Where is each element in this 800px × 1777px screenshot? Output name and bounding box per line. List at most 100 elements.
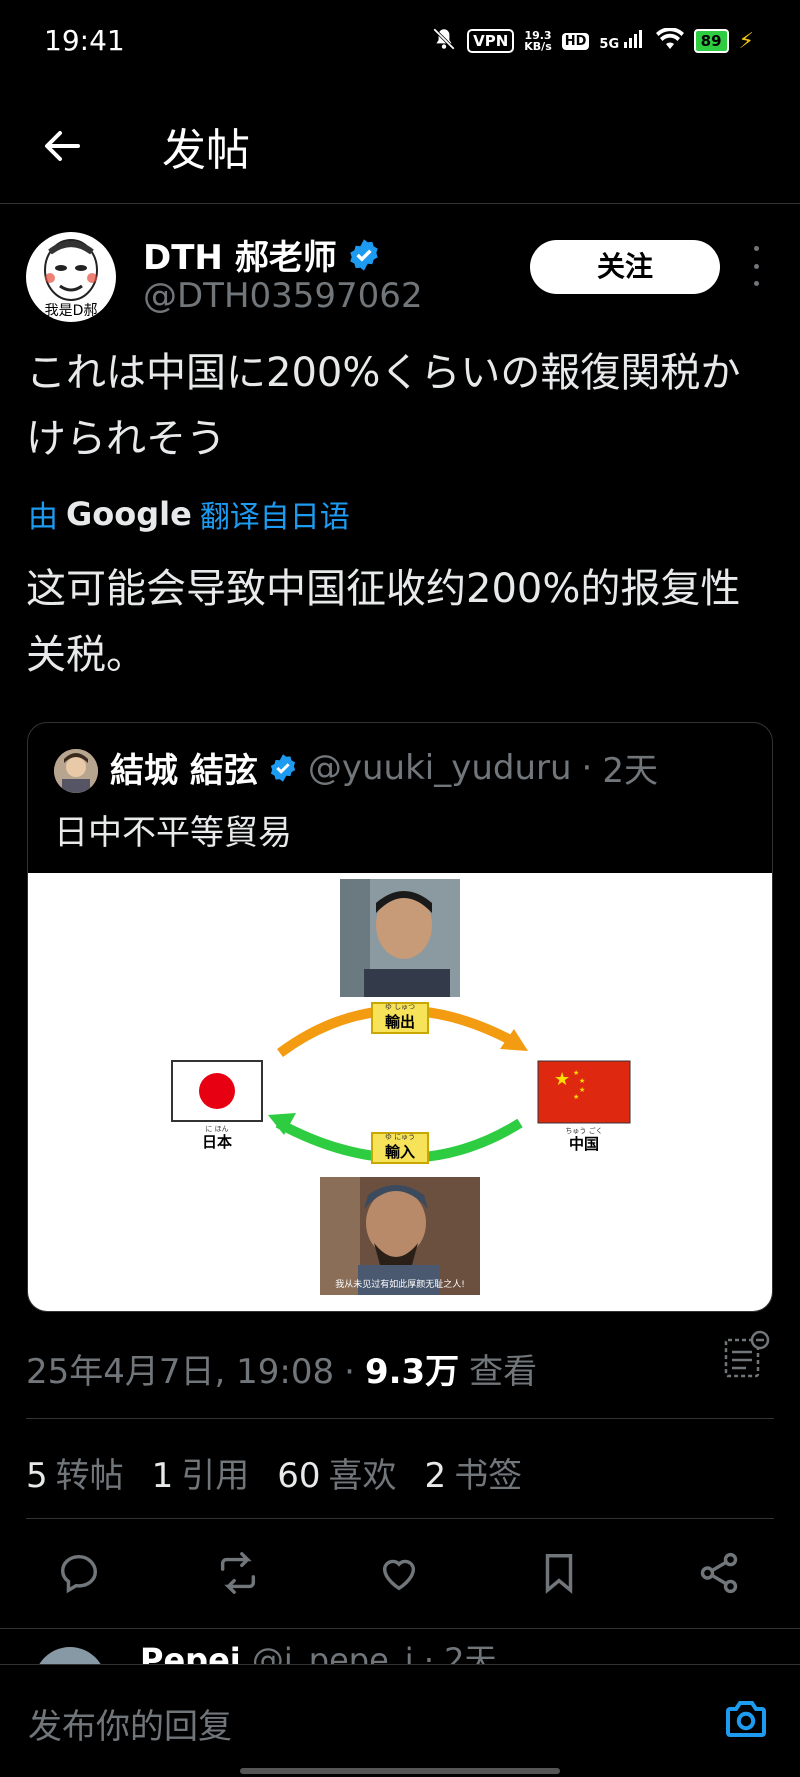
post-analytics-button[interactable] xyxy=(720,1330,770,1380)
post-meta: 25年4月7日, 19:08 · 9.3万 查看 xyxy=(26,1344,537,1393)
reply-composer: 发布你的回复 xyxy=(0,1664,800,1777)
views-label: 查看 xyxy=(469,1352,538,1392)
author-name-text: DTH 郝老师 xyxy=(143,238,337,278)
quotes-count: 1 xyxy=(151,1456,174,1496)
like-button[interactable] xyxy=(376,1550,422,1596)
arrow-left-icon xyxy=(45,131,80,161)
network-speed-unit: KB/s xyxy=(524,40,552,53)
follow-button[interactable]: 关注 xyxy=(530,240,720,294)
translated-text: 这可能会导致中国征收约200%的报复性关税。 xyxy=(26,566,741,678)
mute-icon xyxy=(431,26,457,56)
reply-input[interactable]: 发布你的回复 xyxy=(28,1699,232,1748)
camera-icon xyxy=(726,1701,766,1737)
next-reply-peek[interactable]: Pepei @i_pepe_i · 2天 xyxy=(0,1628,800,1664)
china-ruby: ちゅう ごく xyxy=(565,1126,602,1135)
status-bar: 19:41 VPN 19.3 KB/s HD 5G 89 ⚡ xyxy=(0,0,800,84)
more-options-icon[interactable] xyxy=(746,246,766,286)
quoted-post-image[interactable]: ゆ しゅつ 輸出 ゆ にゅう 輸入 に ほん 日本 ★ ★ ★ ★ ★ ちゅう … xyxy=(28,873,772,1311)
bookmarks-label: 书签 xyxy=(454,1456,523,1496)
quotes-stat[interactable]: 1 引用 xyxy=(152,1448,250,1497)
export-label: 輸出 xyxy=(385,1013,415,1031)
reply-button[interactable] xyxy=(56,1550,102,1596)
reposts-label: 转帖 xyxy=(55,1456,124,1496)
reply-author-name: Pepei xyxy=(140,1641,241,1664)
quoted-author-handle: @yuuki_yuduru xyxy=(307,747,572,788)
views-count: 9.3万 xyxy=(364,1352,460,1392)
battery-icon: 89 xyxy=(693,29,729,53)
top-portrait-photo xyxy=(340,879,460,997)
author-avatar[interactable]: 我是D郝 xyxy=(26,232,116,322)
status-icons: VPN 19.3 KB/s HD 5G 89 ⚡ xyxy=(431,26,754,56)
status-time: 19:41 xyxy=(44,24,125,57)
divider xyxy=(26,1518,774,1519)
quoted-author-avatar xyxy=(54,749,98,793)
import-ruby: ゆ にゅう xyxy=(385,1133,415,1141)
import-label: 輸入 xyxy=(385,1143,415,1161)
reply-author-line: Pepei @i_pepe_i · 2天 xyxy=(140,1635,497,1664)
divider xyxy=(26,1418,774,1419)
svg-text:我从未见过有如此厚颜无耻之人!: 我从未见过有如此厚颜无耻之人! xyxy=(335,1278,465,1290)
meta-separator: · xyxy=(344,1352,355,1392)
share-icon xyxy=(700,1552,738,1594)
comment-icon xyxy=(60,1554,98,1594)
verified-badge-icon xyxy=(349,238,378,271)
reposts-stat[interactable]: 5 转帖 xyxy=(26,1448,124,1497)
repost-button[interactable] xyxy=(215,1550,261,1596)
heart-icon xyxy=(382,1559,416,1591)
network-speed: 19.3 KB/s xyxy=(524,30,551,52)
likes-stat[interactable]: 60 喜欢 xyxy=(277,1448,396,1497)
wifi-icon xyxy=(655,27,684,54)
bookmarks-count: 2 xyxy=(424,1456,447,1496)
bookmarks-stat[interactable]: 2 书签 xyxy=(425,1448,523,1497)
share-button[interactable] xyxy=(696,1550,742,1596)
quoted-post-time: 2天 xyxy=(602,751,658,791)
hd-badge: HD xyxy=(561,32,590,50)
reposts-count: 5 xyxy=(26,1456,48,1496)
japan-flag xyxy=(171,1060,263,1122)
quoted-post-text: 日中不平等貿易 xyxy=(54,813,292,853)
likes-label: 喜欢 xyxy=(328,1456,397,1496)
back-button[interactable] xyxy=(38,122,86,170)
bottom-portrait-photo: 我从未见过有如此厚颜无耻之人! xyxy=(320,1177,480,1295)
quoted-author-name: 結城 結弦 xyxy=(110,751,258,791)
svg-text:★: ★ xyxy=(579,1086,585,1094)
network-type: 5G xyxy=(599,37,620,52)
reply-author-meta: @i_pepe_i · 2天 xyxy=(251,1641,497,1664)
author-handle[interactable]: @DTH03597062 xyxy=(143,276,423,316)
engagement-stats: 5 转帖 1 引用 60 喜欢 2 书签 xyxy=(26,1448,522,1497)
bookmark-button[interactable] xyxy=(536,1550,582,1596)
avatar-caption: 我是D郝 xyxy=(44,303,98,319)
svg-text:★: ★ xyxy=(573,1069,579,1077)
signal-icon: 5G xyxy=(599,30,645,52)
likes-count: 60 xyxy=(277,1456,321,1496)
charging-icon: ⚡ xyxy=(738,28,754,54)
china-flag: ★ ★ ★ ★ ★ xyxy=(537,1060,631,1124)
repost-icon xyxy=(220,1552,256,1594)
svg-text:★: ★ xyxy=(554,1069,570,1090)
svg-text:★: ★ xyxy=(579,1077,585,1085)
post-text: これは中国に200%くらいの報復関税かけられそう xyxy=(26,350,741,462)
post-timestamp: 25年4月7日, 19:08 xyxy=(26,1352,335,1392)
japan-ruby: に ほん xyxy=(205,1125,228,1133)
bookmark-icon xyxy=(545,1554,573,1594)
japan-label: 日本 xyxy=(202,1133,232,1151)
top-bar: 发帖 xyxy=(0,84,800,204)
reply-author-avatar xyxy=(34,1647,106,1664)
page-title: 发帖 xyxy=(162,125,250,176)
translation-attribution[interactable]: 由 Google 翻译自日语 xyxy=(28,492,350,536)
translate-suffix: 翻译自日语 xyxy=(199,500,350,535)
home-indicator[interactable] xyxy=(240,1768,560,1774)
quoted-post-card[interactable]: 結城 結弦 @yuuki_yuduru · 2天 日中不平等貿易 ゆ しゅつ 輸… xyxy=(27,722,773,1312)
quoted-post-header: 結城 結弦 @yuuki_yuduru · 2天 xyxy=(110,743,658,792)
action-bar xyxy=(0,1540,800,1606)
quotes-label: 引用 xyxy=(181,1456,250,1496)
notes-icon xyxy=(724,1330,770,1378)
author-name[interactable]: DTH 郝老师 xyxy=(143,230,381,279)
verified-badge-icon xyxy=(270,753,295,782)
camera-button[interactable] xyxy=(722,1695,770,1743)
quoted-separator: · xyxy=(581,747,593,788)
export-ruby: ゆ しゅつ xyxy=(385,1003,415,1011)
vpn-badge: VPN xyxy=(467,29,515,53)
google-logo: Google xyxy=(66,495,192,533)
china-label: 中国 xyxy=(569,1135,599,1153)
